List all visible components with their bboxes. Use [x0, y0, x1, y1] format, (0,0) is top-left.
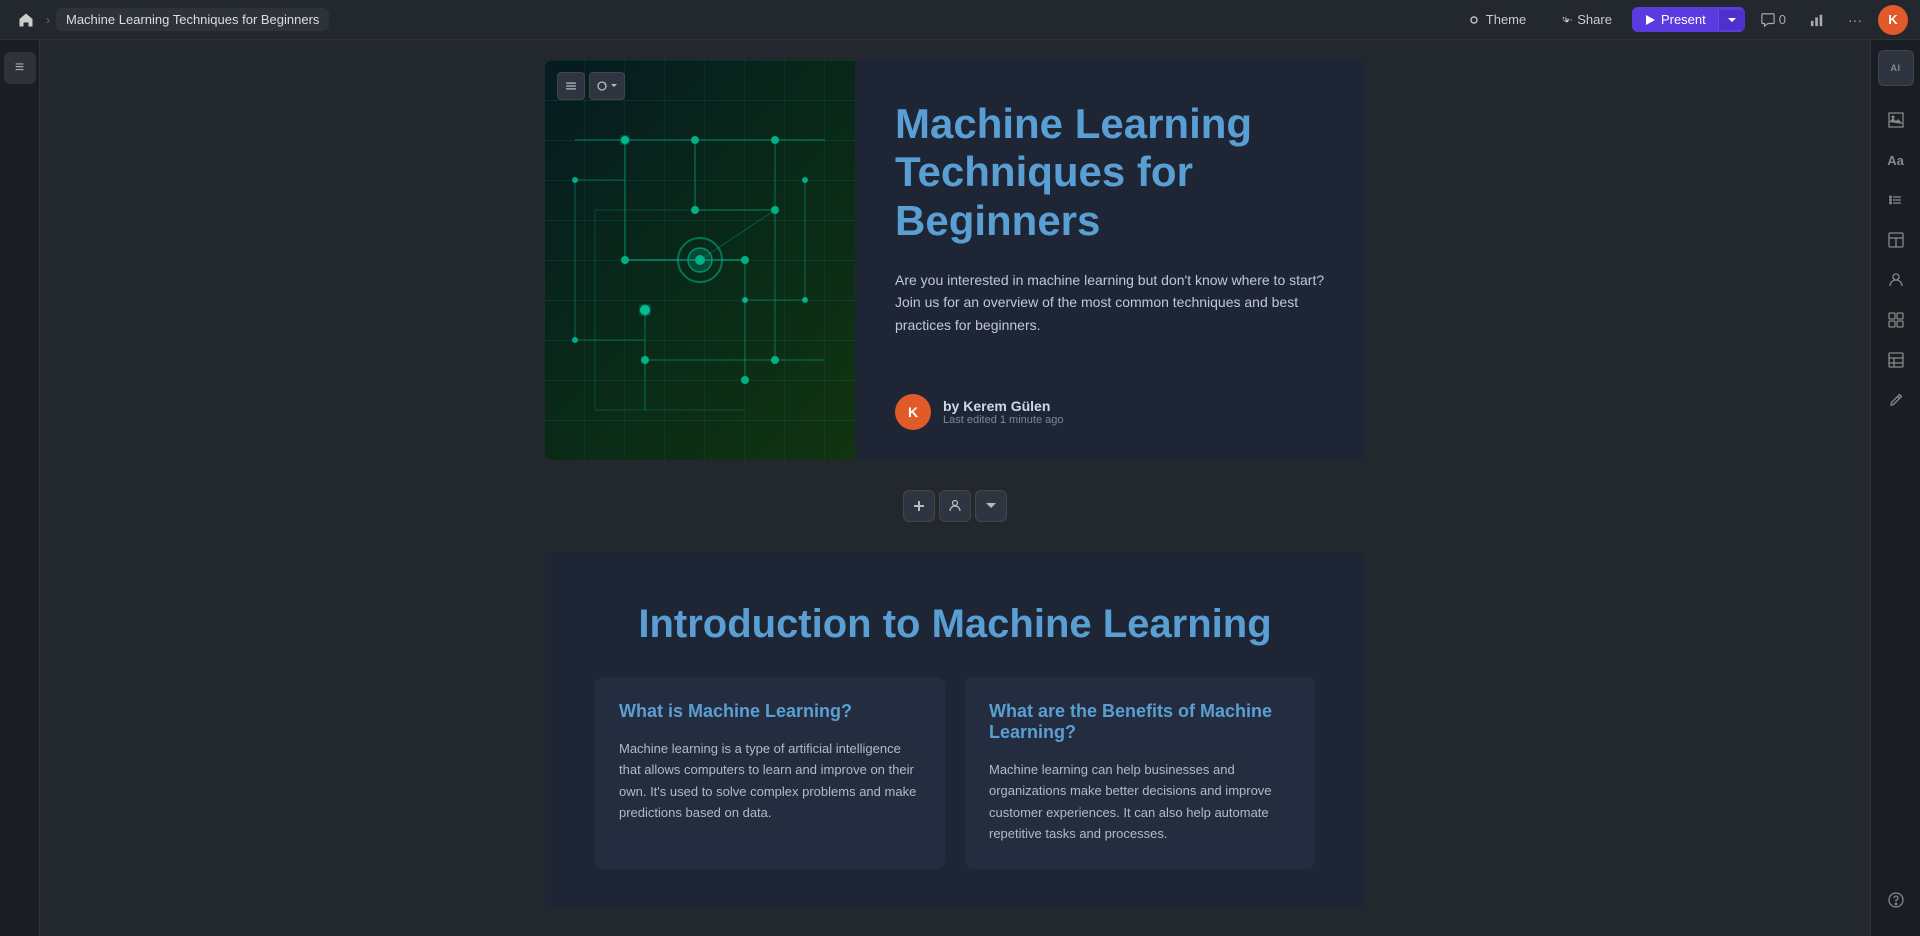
slide-toolbar: [557, 72, 625, 100]
comment-count: 0: [1779, 12, 1786, 27]
rs-button-edit[interactable]: [1878, 382, 1914, 418]
more-slide-options-button[interactable]: [975, 490, 1007, 522]
slide-1: Machine Learning Techniques for Beginner…: [545, 60, 1365, 460]
analytics-button[interactable]: [1802, 5, 1832, 35]
add-slide-button[interactable]: [903, 490, 935, 522]
hero-image: [545, 60, 855, 460]
left-sidebar: ≡: [0, 40, 40, 936]
user-avatar[interactable]: K: [1878, 5, 1908, 35]
share-icon: [1558, 13, 1572, 27]
pencil-icon: [1888, 392, 1904, 408]
author-name: by Kerem Gülen: [943, 398, 1063, 414]
help-button[interactable]: [1878, 882, 1914, 918]
slide-2: Introduction to Machine Learning What is…: [545, 552, 1365, 909]
comments-button[interactable]: 0: [1753, 8, 1794, 31]
author-avatar: K: [895, 394, 931, 430]
layout-icon: [1888, 232, 1904, 248]
theme-icon: [1467, 13, 1481, 27]
author-info: by Kerem Gülen Last edited 1 minute ago: [943, 398, 1063, 426]
slide-menu-button[interactable]: [557, 72, 585, 100]
theme-button[interactable]: Theme: [1455, 7, 1538, 32]
doc-title[interactable]: Machine Learning Techniques for Beginner…: [56, 8, 329, 31]
slide-actions-bar: [893, 480, 1017, 532]
person-icon-rs: [1888, 272, 1904, 288]
circuit-svg: [545, 60, 855, 460]
slide2-title: Introduction to Machine Learning: [595, 602, 1315, 647]
grid-icon: [1888, 312, 1904, 328]
card2-body: Machine learning can help businesses and…: [989, 759, 1291, 845]
card1-body: Machine learning is a type of artificial…: [619, 738, 921, 824]
breadcrumb-separator: ›: [46, 13, 50, 27]
bar-chart-icon: [1810, 13, 1824, 27]
breadcrumb: › Machine Learning Techniques for Beginn…: [12, 6, 329, 34]
slides-container: Machine Learning Techniques for Beginner…: [40, 40, 1870, 929]
theme-label: Theme: [1486, 12, 1526, 27]
slide2-cards: What is Machine Learning? Machine learni…: [595, 677, 1315, 869]
chevron-down-sm-icon: [984, 499, 998, 513]
topbar-actions: Theme Share Present: [1455, 5, 1908, 35]
home-button[interactable]: [12, 6, 40, 34]
ellipsis-icon: ···: [1848, 12, 1862, 28]
author-edited: Last edited 1 minute ago: [943, 414, 1063, 426]
slide-layout-dropdown[interactable]: [589, 72, 625, 100]
rs-button-2[interactable]: [1878, 102, 1914, 138]
slide-hero-content: Machine Learning Techniques for Beginner…: [855, 60, 1365, 460]
present-group: Present: [1632, 7, 1745, 32]
comment-icon: [1761, 13, 1775, 27]
person-icon: [948, 499, 962, 513]
slide-author: K by Kerem Gülen Last edited 1 minute ag…: [895, 394, 1325, 430]
table-icon: [1888, 352, 1904, 368]
image-icon: [1888, 112, 1904, 128]
help-icon: [1888, 892, 1904, 908]
chevron-down-icon: [1727, 15, 1737, 25]
rotate-icon: [596, 80, 608, 92]
content-area[interactable]: Machine Learning Techniques for Beginner…: [40, 40, 1870, 936]
rs-button-aa[interactable]: Aa: [1878, 142, 1914, 178]
list-icon: [1888, 192, 1904, 208]
main-layout: ≡: [0, 40, 1920, 936]
play-icon: [1644, 14, 1656, 26]
rs-button-layout[interactable]: [1878, 222, 1914, 258]
rs-button-list[interactable]: [1878, 182, 1914, 218]
more-options-button[interactable]: ···: [1840, 5, 1870, 35]
card1-title: What is Machine Learning?: [619, 701, 921, 722]
slide-hero: Machine Learning Techniques for Beginner…: [545, 60, 1365, 460]
present-label: Present: [1661, 12, 1706, 27]
rs-button-person[interactable]: [1878, 262, 1914, 298]
rs-button-table[interactable]: [1878, 342, 1914, 378]
slide2-card-1: What is Machine Learning? Machine learni…: [595, 677, 945, 869]
share-button[interactable]: Share: [1546, 7, 1624, 32]
right-sidebar: AI Aa: [1870, 40, 1920, 936]
text-format-label: Aa: [1887, 153, 1904, 168]
ai-assistant-button[interactable]: AI: [1878, 50, 1914, 86]
present-dropdown-button[interactable]: [1718, 10, 1745, 30]
slide-template-button[interactable]: [939, 490, 971, 522]
dropdown-chevron-icon: [610, 82, 618, 90]
card2-title: What are the Benefits of Machine Learnin…: [989, 701, 1291, 743]
slide-main-title: Machine Learning Techniques for Beginner…: [895, 100, 1325, 245]
plus-icon: [912, 499, 926, 513]
present-button[interactable]: Present: [1632, 7, 1718, 32]
share-label: Share: [1577, 12, 1612, 27]
rs-button-grid[interactable]: [1878, 302, 1914, 338]
topbar: › Machine Learning Techniques for Beginn…: [0, 0, 1920, 40]
slide-description: Are you interested in machine learning b…: [895, 269, 1325, 336]
ai-label: AI: [1891, 63, 1901, 73]
slide2-card-2: What are the Benefits of Machine Learnin…: [965, 677, 1315, 869]
sidebar-toggle-button[interactable]: ≡: [4, 52, 36, 84]
